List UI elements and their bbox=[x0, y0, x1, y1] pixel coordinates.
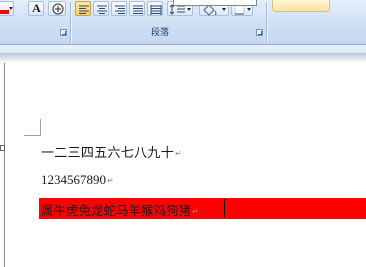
align-left-icon bbox=[79, 5, 89, 14]
margin-corner-mark bbox=[24, 135, 41, 136]
line-text: 1234567890 bbox=[41, 172, 106, 187]
ruler-strip bbox=[0, 45, 366, 53]
page-top-shadow bbox=[0, 53, 366, 63]
paragraph-mark-icon: ↵ bbox=[175, 149, 183, 158]
text-cursor bbox=[224, 199, 225, 217]
align-center-icon bbox=[97, 5, 107, 14]
enclose-characters-icon bbox=[52, 3, 64, 15]
align-right-icon bbox=[115, 5, 125, 14]
page-left-edge bbox=[4, 63, 5, 267]
justify-button[interactable] bbox=[129, 1, 145, 16]
justify-icon bbox=[133, 5, 143, 14]
character-shading-button[interactable]: A bbox=[28, 1, 44, 16]
align-left-button[interactable] bbox=[75, 1, 91, 16]
font-dialog-launcher-icon[interactable] bbox=[60, 29, 67, 36]
ribbon-group-separator bbox=[266, 2, 267, 42]
font-color-swatch bbox=[0, 10, 9, 14]
margin-corner-mark bbox=[40, 119, 41, 135]
document-page[interactable] bbox=[0, 63, 366, 267]
window-frame-edge bbox=[173, 0, 257, 6]
paragraph-mark-icon: ↵ bbox=[192, 207, 199, 216]
paragraph-mark-icon: ↵ bbox=[107, 176, 114, 185]
document-line[interactable]: 1234567890↵ bbox=[41, 172, 114, 188]
ribbon: A 段落 bbox=[0, 0, 366, 45]
styles-gallery[interactable] bbox=[272, 0, 330, 12]
line-text: 属牛虎兔龙蛇马羊猴鸡狗猪 bbox=[41, 203, 192, 218]
align-right-button[interactable] bbox=[111, 1, 127, 16]
character-shading-icon: A bbox=[32, 1, 41, 15]
paragraph-dialog-launcher-icon[interactable] bbox=[256, 29, 263, 36]
document-line-highlighted[interactable]: 属牛虎兔龙蛇马羊猴鸡狗猪↵ bbox=[41, 200, 199, 219]
distributed-align-button[interactable] bbox=[147, 1, 163, 16]
page-edge-marker bbox=[0, 145, 5, 151]
ribbon-group-separator bbox=[70, 2, 71, 42]
font-color-button[interactable] bbox=[0, 1, 14, 16]
paragraph-group-label: 段落 bbox=[150, 28, 169, 38]
line-text: 一二三四五六七八九十 bbox=[41, 146, 175, 161]
align-center-button[interactable] bbox=[93, 1, 109, 16]
distributed-align-icon bbox=[150, 5, 162, 15]
document-line[interactable]: 一二三四五六七八九十↵ bbox=[41, 142, 182, 161]
chevron-down-icon bbox=[9, 7, 13, 10]
enclose-characters-button[interactable] bbox=[48, 1, 66, 16]
